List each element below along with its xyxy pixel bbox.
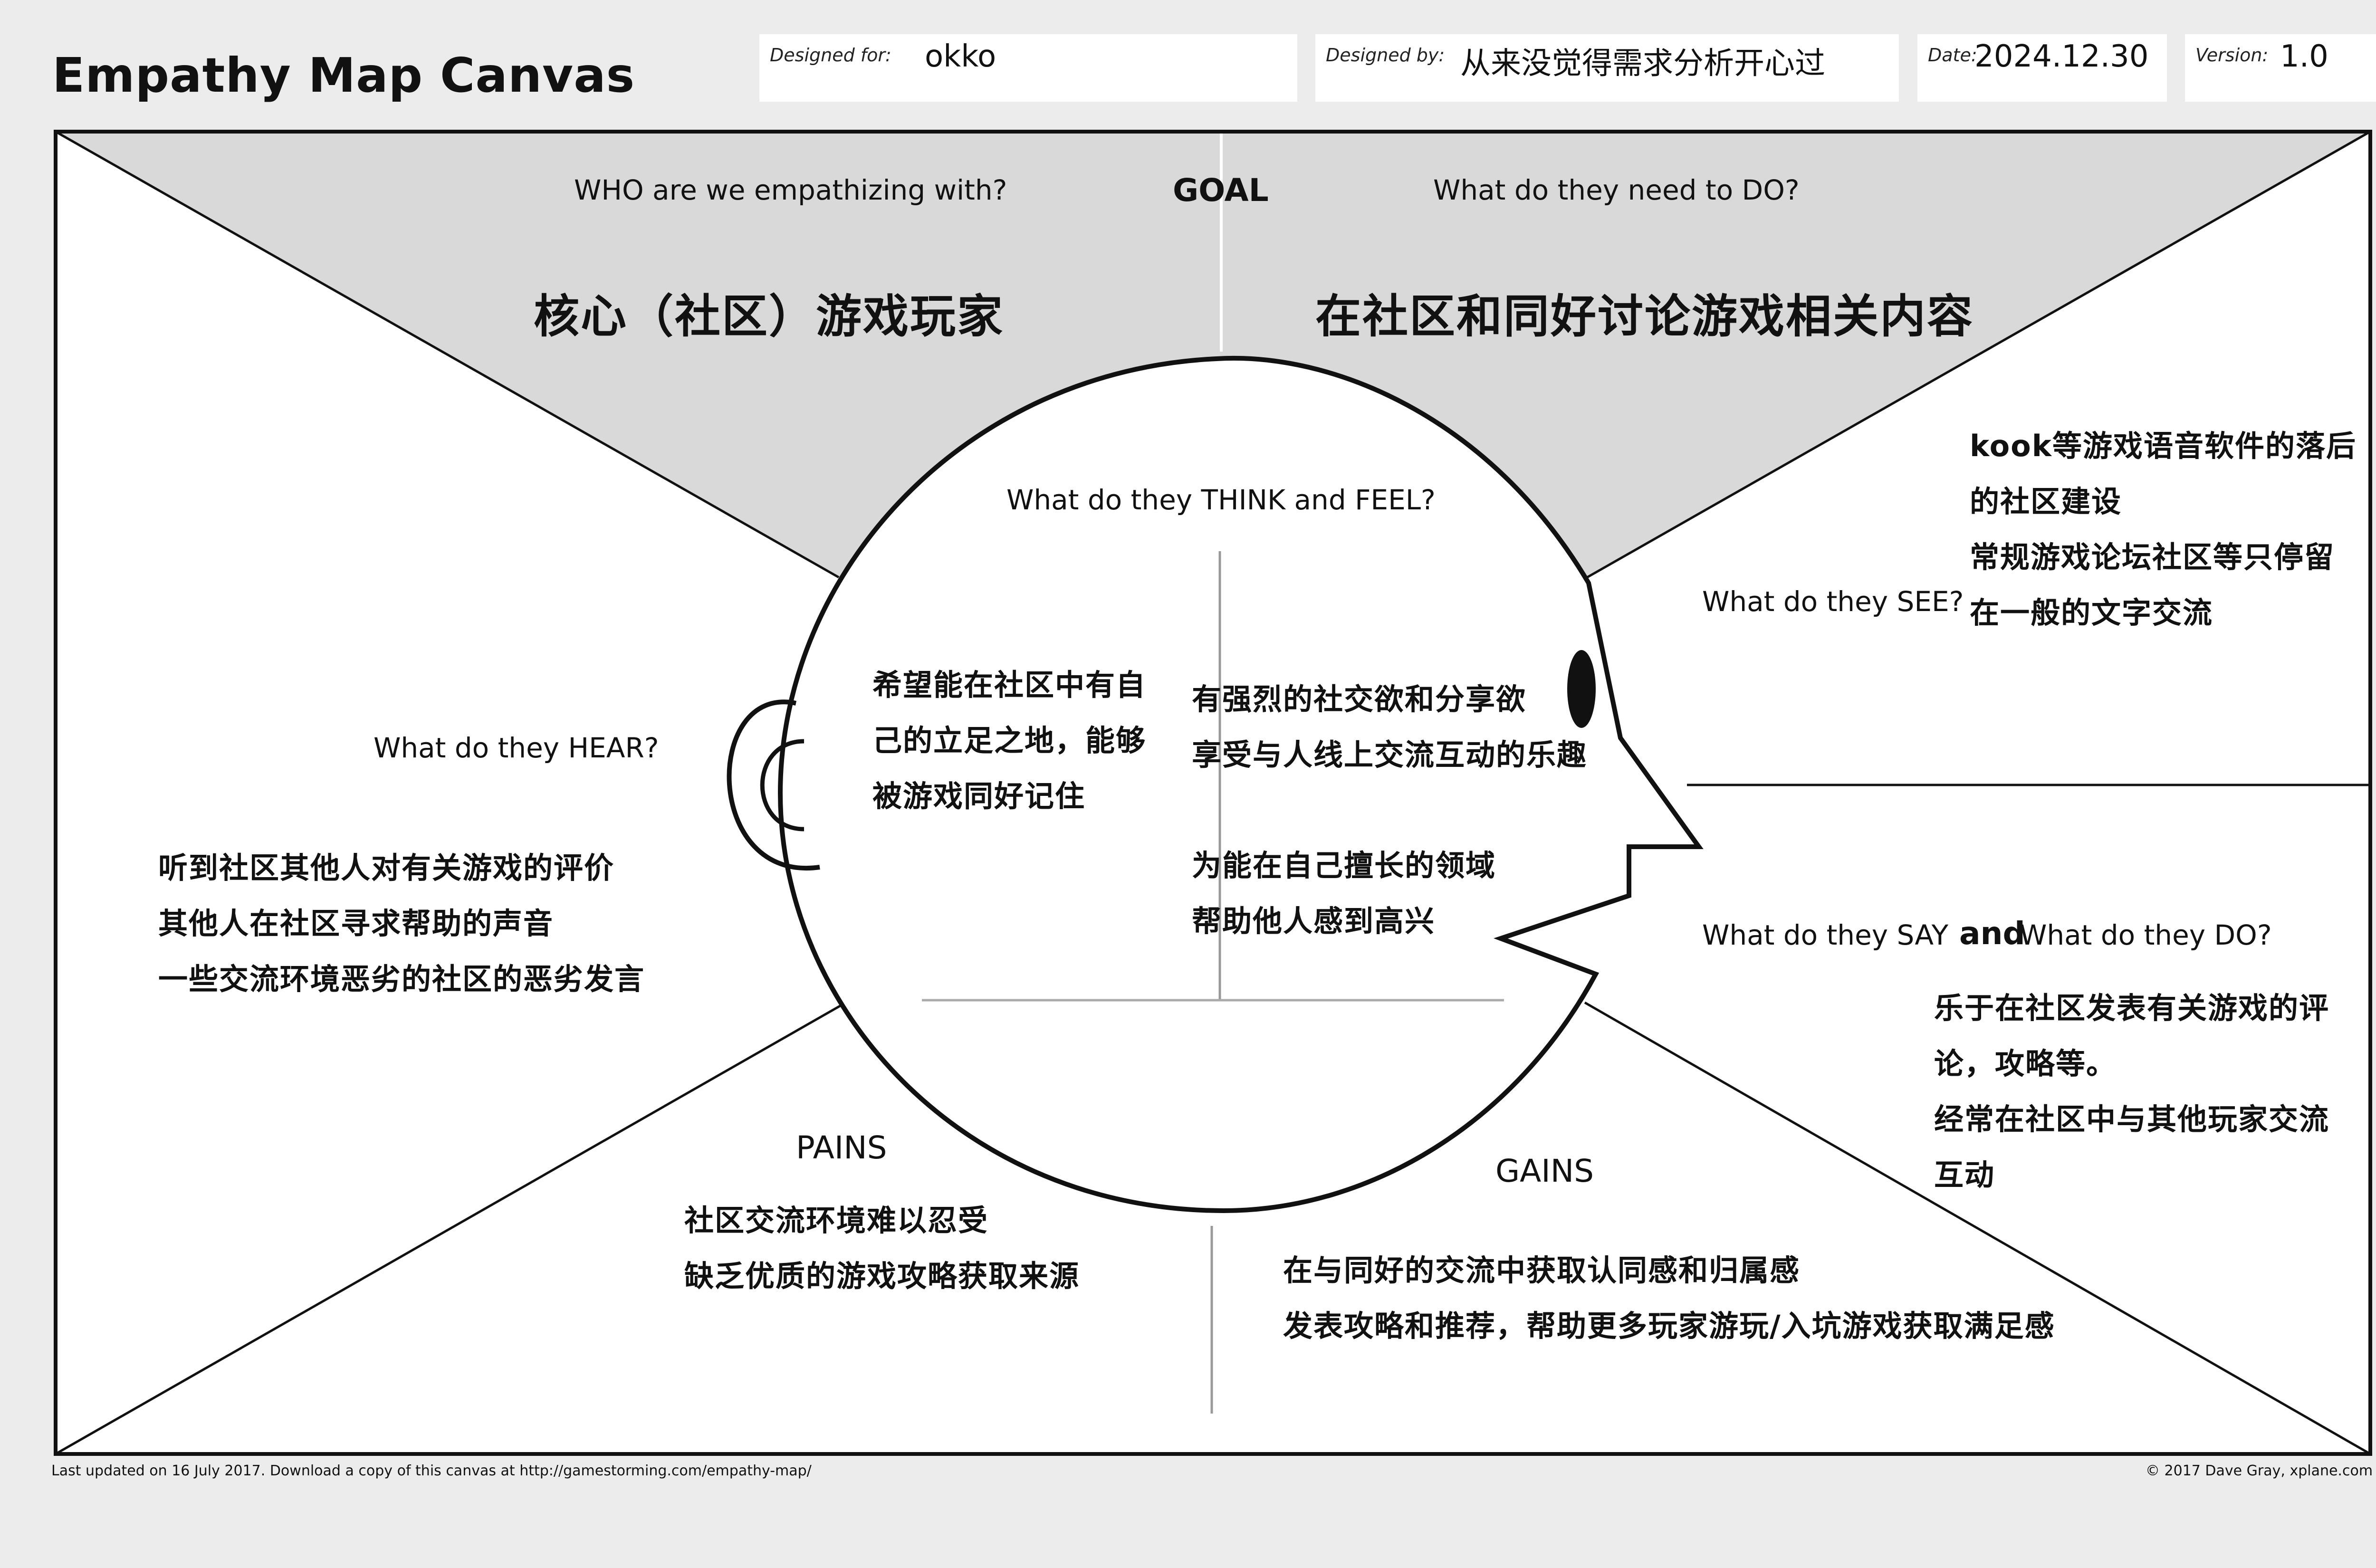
say-do-line: 乐于在社区发表有关游戏的评 bbox=[1934, 991, 2330, 1025]
gains-label: GAINS bbox=[1495, 1153, 1594, 1189]
gains-line: 在与同好的交流中获取认同感和归属感 bbox=[1283, 1253, 1801, 1288]
say-do-line: 论，攻略等。 bbox=[1934, 1046, 2117, 1081]
hear-line: 其他人在社区寻求帮助的声音 bbox=[158, 906, 554, 941]
say-do-line: 经常在社区中与其他玩家交流 bbox=[1934, 1102, 2330, 1137]
think-feel-left-text: 希望能在社区中有自 己的立足之地，能够 被游戏同好记住 bbox=[872, 657, 1146, 824]
goal-label: GOAL bbox=[1173, 172, 1269, 209]
do-question: What do they need to DO? bbox=[1433, 174, 1800, 206]
hear-line: 一些交流环境恶劣的社区的恶劣发言 bbox=[158, 962, 645, 996]
do-question-say-do: What do they DO? bbox=[2020, 919, 2272, 951]
say-question: What do they SAY bbox=[1702, 919, 1949, 951]
see-line: 的社区建设 bbox=[1970, 484, 2122, 519]
think-feel-left-line: 己的立足之地，能够 bbox=[872, 723, 1147, 758]
do-answer: 在社区和同好讨论游戏相关内容 bbox=[1315, 290, 1974, 343]
think-feel-right-line: 享受与人线上交流互动的乐趣 bbox=[1192, 737, 1588, 772]
see-line: 常规游戏论坛社区等只停留 bbox=[1970, 540, 2335, 574]
gains-text: 在与同好的交流中获取认同感和归属感 发表攻略和推荐，帮助更多玩家游玩/入坑游戏获… bbox=[1283, 1243, 2055, 1354]
say-do-and: and bbox=[1959, 915, 2025, 952]
footer-left: Last updated on 16 July 2017. Download a… bbox=[51, 1463, 812, 1479]
think-feel-right-line: 为能在自己擅长的领域 bbox=[1192, 848, 1496, 883]
see-line: 在一般的文字交流 bbox=[1970, 595, 2213, 630]
see-text: kook等游戏语音软件的落后 的社区建设 常规游戏论坛社区等只停留 在一般的文字… bbox=[1970, 418, 2357, 641]
think-feel-left-line: 希望能在社区中有自 bbox=[872, 668, 1147, 702]
see-question: What do they SEE? bbox=[1702, 585, 1964, 618]
say-do-text: 乐于在社区发表有关游戏的评 论，攻略等。 经常在社区中与其他玩家交流 互动 bbox=[1934, 980, 2329, 1203]
who-question: WHO are we empathizing with? bbox=[574, 174, 1007, 206]
think-feel-question: What do they THINK and FEEL? bbox=[1006, 484, 1436, 516]
gains-line: 发表攻略和推荐，帮助更多玩家游玩/入坑游戏获取满足感 bbox=[1283, 1309, 2055, 1343]
think-feel-left-line: 被游戏同好记住 bbox=[872, 779, 1086, 813]
pains-text: 社区交流环境难以忍受 缺乏优质的游戏攻略获取来源 bbox=[684, 1193, 1080, 1304]
hear-question: What do they HEAR? bbox=[374, 732, 659, 764]
see-line: kook等游戏语音软件的落后 bbox=[1970, 429, 2357, 463]
footer-right: © 2017 Dave Gray, xplane.com bbox=[2146, 1463, 2373, 1479]
think-feel-right-line: 有强烈的社交欲和分享欲 bbox=[1192, 682, 1527, 717]
think-feel-right-text-a: 有强烈的社交欲和分享欲 享受与人线上交流互动的乐趣 bbox=[1192, 671, 1587, 783]
pains-label: PAINS bbox=[796, 1129, 887, 1166]
pains-line: 缺乏优质的游戏攻略获取来源 bbox=[684, 1259, 1080, 1293]
think-feel-right-text-b: 为能在自己擅长的领域 帮助他人感到高兴 bbox=[1192, 838, 1496, 949]
think-feel-right-line: 帮助他人感到高兴 bbox=[1192, 904, 1436, 938]
who-answer: 核心（社区）游戏玩家 bbox=[534, 290, 1004, 343]
say-do-line: 互动 bbox=[1934, 1157, 1995, 1192]
hear-text: 听到社区其他人对有关游戏的评价 其他人在社区寻求帮助的声音 一些交流环境恶劣的社… bbox=[158, 840, 645, 1007]
hear-line: 听到社区其他人对有关游戏的评价 bbox=[158, 851, 615, 885]
pains-line: 社区交流环境难以忍受 bbox=[684, 1203, 989, 1238]
